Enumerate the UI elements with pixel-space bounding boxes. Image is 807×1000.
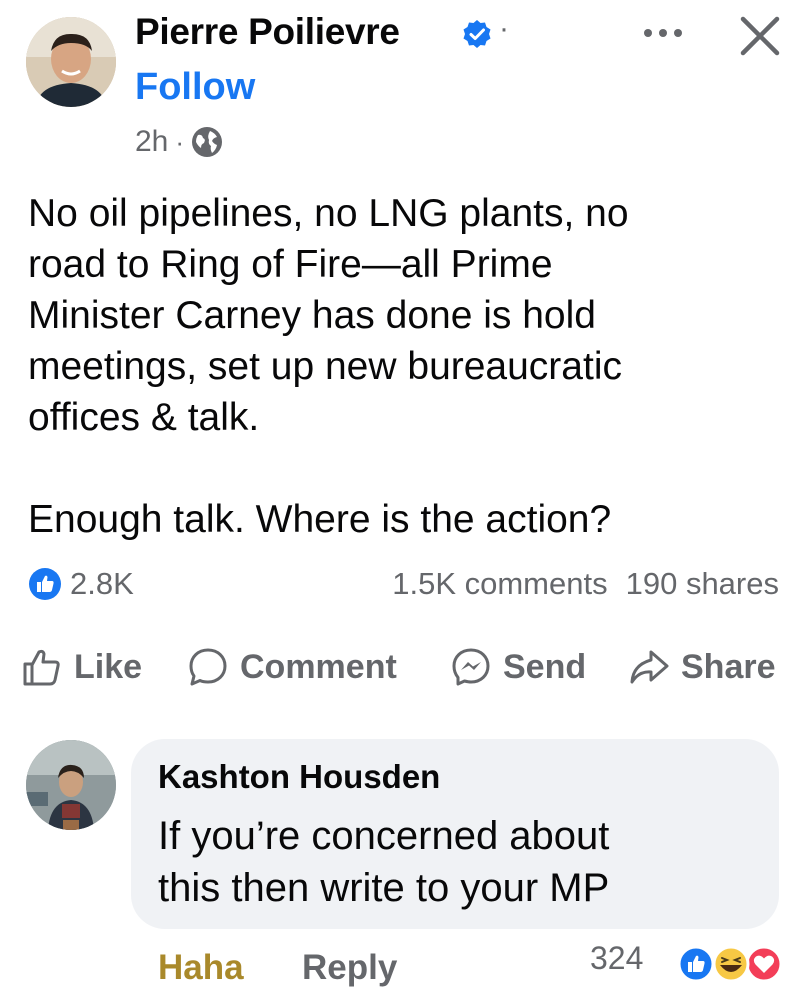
like-reaction-icon [29,568,61,600]
post-paragraph: No oil pipelines, no LNG plants, no road… [28,192,629,439]
post-paragraph: Enough talk. Where is the action? [28,498,612,541]
shares-count[interactable]: 190 shares [626,566,779,602]
commenter-avatar[interactable] [26,740,116,830]
globe-icon [192,127,223,157]
share-label: Share [681,647,776,686]
comments-count[interactable]: 1.5K comments [392,566,607,602]
send-button[interactable]: Send [449,645,586,689]
more-options-icon[interactable] [640,18,686,48]
share-button[interactable]: Share [627,645,776,689]
post-meta: 2h · [135,125,223,159]
meta-separator: · [175,126,185,157]
love-reaction-icon [745,945,783,983]
author-name[interactable]: Pierre Poilievre [135,11,400,53]
follow-button[interactable]: Follow [135,66,255,109]
comment-reaction-icons[interactable] [674,943,784,985]
thumbs-up-icon [23,649,60,686]
close-icon[interactable] [737,13,783,59]
haha-reaction-icon [712,945,750,983]
comment-text: If you’re concerned about this then writ… [158,814,610,910]
send-label: Send [503,647,587,686]
post-time: 2h [135,125,169,158]
comment-reaction-count[interactable]: 324 [590,940,643,977]
share-arrow-icon [630,650,669,684]
reaction-summary[interactable]: 2.8K [28,566,134,602]
like-reaction-icon [677,945,715,983]
comment-label: Comment [240,647,397,686]
comment-haha-reaction-button[interactable]: Haha [158,948,244,988]
reaction-count: 2.8K [70,566,134,601]
messenger-icon [452,648,490,686]
comment-bubble-icon [189,648,227,686]
author-avatar[interactable] [26,17,116,107]
like-button[interactable]: Like [20,645,142,689]
comment-reply-button[interactable]: Reply [302,948,397,988]
engagement-stats: 1.5K comments 190 shares [392,566,779,602]
commenter-name[interactable]: Kashton Housden [158,758,440,796]
verified-badge-icon [463,20,491,48]
comment-button[interactable]: Comment [186,645,397,689]
post-action-bar: Like Comment Send Share [0,645,807,701]
like-label: Like [74,647,143,686]
name-separator: · [499,12,509,45]
post-body: No oil pipelines, no LNG plants, no road… [28,188,788,545]
